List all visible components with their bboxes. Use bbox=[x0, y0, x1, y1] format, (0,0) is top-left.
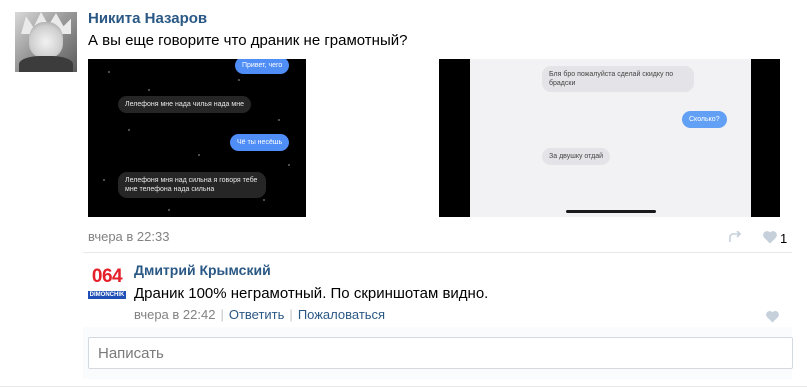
divider bbox=[0, 386, 807, 387]
heart-icon[interactable] bbox=[765, 310, 780, 323]
author-avatar[interactable] bbox=[15, 12, 77, 72]
comment-author-avatar[interactable]: 064 DIMONCHIK bbox=[88, 262, 126, 300]
chat-bubble: Лелефоня мне нада чилья нада мне bbox=[118, 96, 251, 113]
chat-bubble: Сколько? bbox=[682, 111, 727, 128]
reply-box bbox=[88, 337, 793, 369]
like-count: 1 bbox=[780, 231, 788, 246]
separator: | bbox=[289, 307, 293, 322]
report-link[interactable]: Пожаловаться bbox=[298, 307, 385, 322]
post-photo-1[interactable]: Привет, чего Лелефоня мне нада чилья над… bbox=[88, 59, 306, 217]
post-date[interactable]: вчера в 22:33 bbox=[88, 229, 169, 244]
separator: | bbox=[220, 307, 224, 322]
avatar-face bbox=[29, 22, 63, 58]
reply-input[interactable] bbox=[89, 338, 792, 368]
comment-meta: вчера в 22:42 | Ответить | Пожаловаться bbox=[134, 307, 385, 322]
chat-bubble: Лелефоня мня над сильна я говоря тебе мн… bbox=[118, 172, 266, 198]
divider bbox=[83, 252, 792, 253]
reply-link[interactable]: Ответить bbox=[229, 307, 285, 322]
home-indicator bbox=[566, 210, 656, 213]
share-icon[interactable] bbox=[729, 231, 745, 243]
avatar-tag: DIMONCHIK bbox=[88, 291, 126, 299]
avatar-number: 064 bbox=[91, 266, 123, 287]
avatar-body bbox=[19, 56, 73, 72]
chat-bubble: За двушку отдай bbox=[542, 148, 611, 165]
chat-bubble: Бля бро пожалуйста сделай скидку по брад… bbox=[542, 66, 694, 92]
heart-icon[interactable] bbox=[762, 230, 778, 244]
chat-bubble: Привет, чего bbox=[235, 59, 290, 74]
post-text: А вы еще говорите что драник не грамотны… bbox=[88, 32, 408, 49]
chat-bubble: Чё ты несёшь bbox=[230, 134, 290, 151]
comment-text: Драник 100% неграмотный. По скриншотам в… bbox=[134, 285, 489, 302]
post-author-name[interactable]: Никита Назаров bbox=[88, 10, 207, 27]
phone-screen: Бля бро пожалуйста сделай скидку по брад… bbox=[470, 59, 751, 217]
comment-date[interactable]: вчера в 22:42 bbox=[134, 307, 215, 322]
comment-author-name[interactable]: Дмитрий Крымский bbox=[134, 262, 271, 278]
post-photo-2[interactable]: Бля бро пожалуйста сделай скидку по брад… bbox=[439, 59, 780, 217]
wall-post: Никита Назаров А вы еще говорите что дра… bbox=[0, 0, 807, 388]
